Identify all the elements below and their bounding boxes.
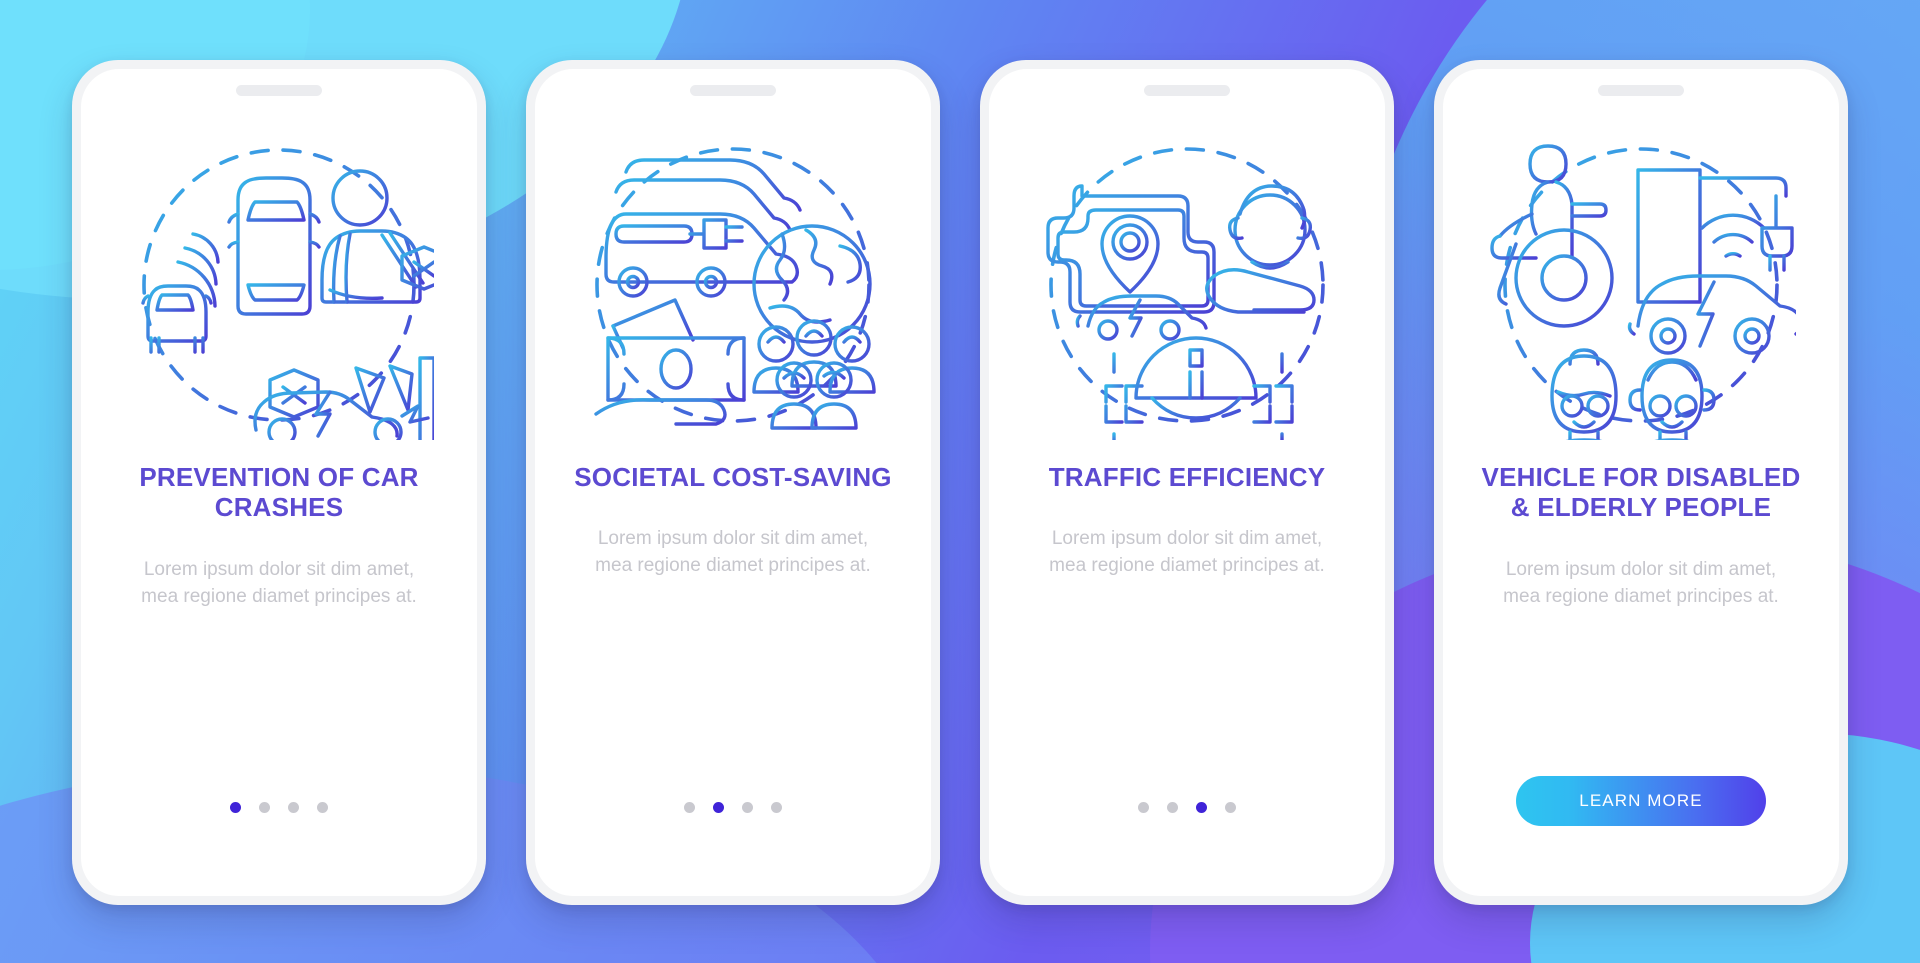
phone-row: PREVENTION OF CAR CRASHES Lorem ipsum do… (0, 0, 1920, 963)
illustration-container-1 (81, 120, 477, 450)
pagination-dot-1[interactable] (230, 802, 241, 813)
card-title: TRAFFIC EFFICIENCY (1048, 462, 1326, 492)
phone-speaker-grille (236, 85, 322, 96)
phone-frame-4: VEHICLE FOR DISABLED & ELDERLY PEOPLE Lo… (1434, 60, 1848, 905)
phone-frame-1: PREVENTION OF CAR CRASHES Lorem ipsum do… (72, 60, 486, 905)
traffic-efficiency-illustration (1046, 147, 1325, 440)
card-body-text: Lorem ipsum dolor sit dim amet, mea regi… (141, 558, 417, 607)
onboarding-screens-mockup: PREVENTION OF CAR CRASHES Lorem ipsum do… (0, 0, 1920, 963)
illustration-container-3 (989, 120, 1385, 450)
pagination-dots[interactable] (230, 802, 328, 813)
illustration-container-2 (535, 120, 931, 450)
card-body-text: Lorem ipsum dolor sit dim amet, mea regi… (1503, 558, 1779, 607)
pagination-dot-2[interactable] (259, 802, 270, 813)
pagination-dot-2[interactable] (1167, 802, 1178, 813)
pagination-dot-2[interactable] (713, 802, 724, 813)
pagination-dot-4[interactable] (771, 802, 782, 813)
card-body-text: Lorem ipsum dolor sit dim amet, mea regi… (595, 528, 871, 577)
phone-speaker-grille (690, 85, 776, 96)
pagination-dots[interactable] (1138, 802, 1236, 813)
pagination-dot-1[interactable] (1138, 802, 1149, 813)
screen-traffic-efficiency: TRAFFIC EFFICIENCY Lorem ipsum dolor sit… (989, 69, 1385, 896)
learn-more-button[interactable]: LEARN MORE (1516, 776, 1766, 826)
pagination-dots[interactable] (684, 802, 782, 813)
screen-vehicle-for-disabled-elderly: VEHICLE FOR DISABLED & ELDERLY PEOPLE Lo… (1443, 69, 1839, 896)
illustration-container-4 (1443, 120, 1839, 450)
pagination-dot-3[interactable] (288, 802, 299, 813)
phone-speaker-grille (1144, 85, 1230, 96)
pagination-dot-3[interactable] (742, 802, 753, 813)
card-title: SOCIETAL COST-SAVING (574, 462, 892, 492)
pagination-dot-3[interactable] (1196, 802, 1207, 813)
pagination-dot-4[interactable] (317, 802, 328, 813)
screen-societal-cost-saving: SOCIETAL COST-SAVING Lorem ipsum dolor s… (535, 69, 931, 896)
card-body-text: Lorem ipsum dolor sit dim amet, mea regi… (1049, 528, 1325, 577)
card-title: VEHICLE FOR DISABLED & ELDERLY PEOPLE (1481, 462, 1801, 523)
phone-frame-3: TRAFFIC EFFICIENCY Lorem ipsum dolor sit… (980, 60, 1394, 905)
pagination-dot-1[interactable] (684, 802, 695, 813)
phone-frame-2: SOCIETAL COST-SAVING Lorem ipsum dolor s… (526, 60, 940, 905)
card-title: PREVENTION OF CAR CRASHES (139, 462, 419, 523)
societal-cost-saving-illustration (584, 147, 876, 430)
pagination-dot-4[interactable] (1225, 802, 1236, 813)
screen-prevention-of-car-crashes: PREVENTION OF CAR CRASHES Lorem ipsum do… (81, 69, 477, 896)
phone-speaker-grille (1598, 85, 1684, 96)
vehicle-for-disabled-elderly-people-illustration (1490, 144, 1796, 440)
prevention-of-car-crashes-illustration (141, 148, 434, 440)
